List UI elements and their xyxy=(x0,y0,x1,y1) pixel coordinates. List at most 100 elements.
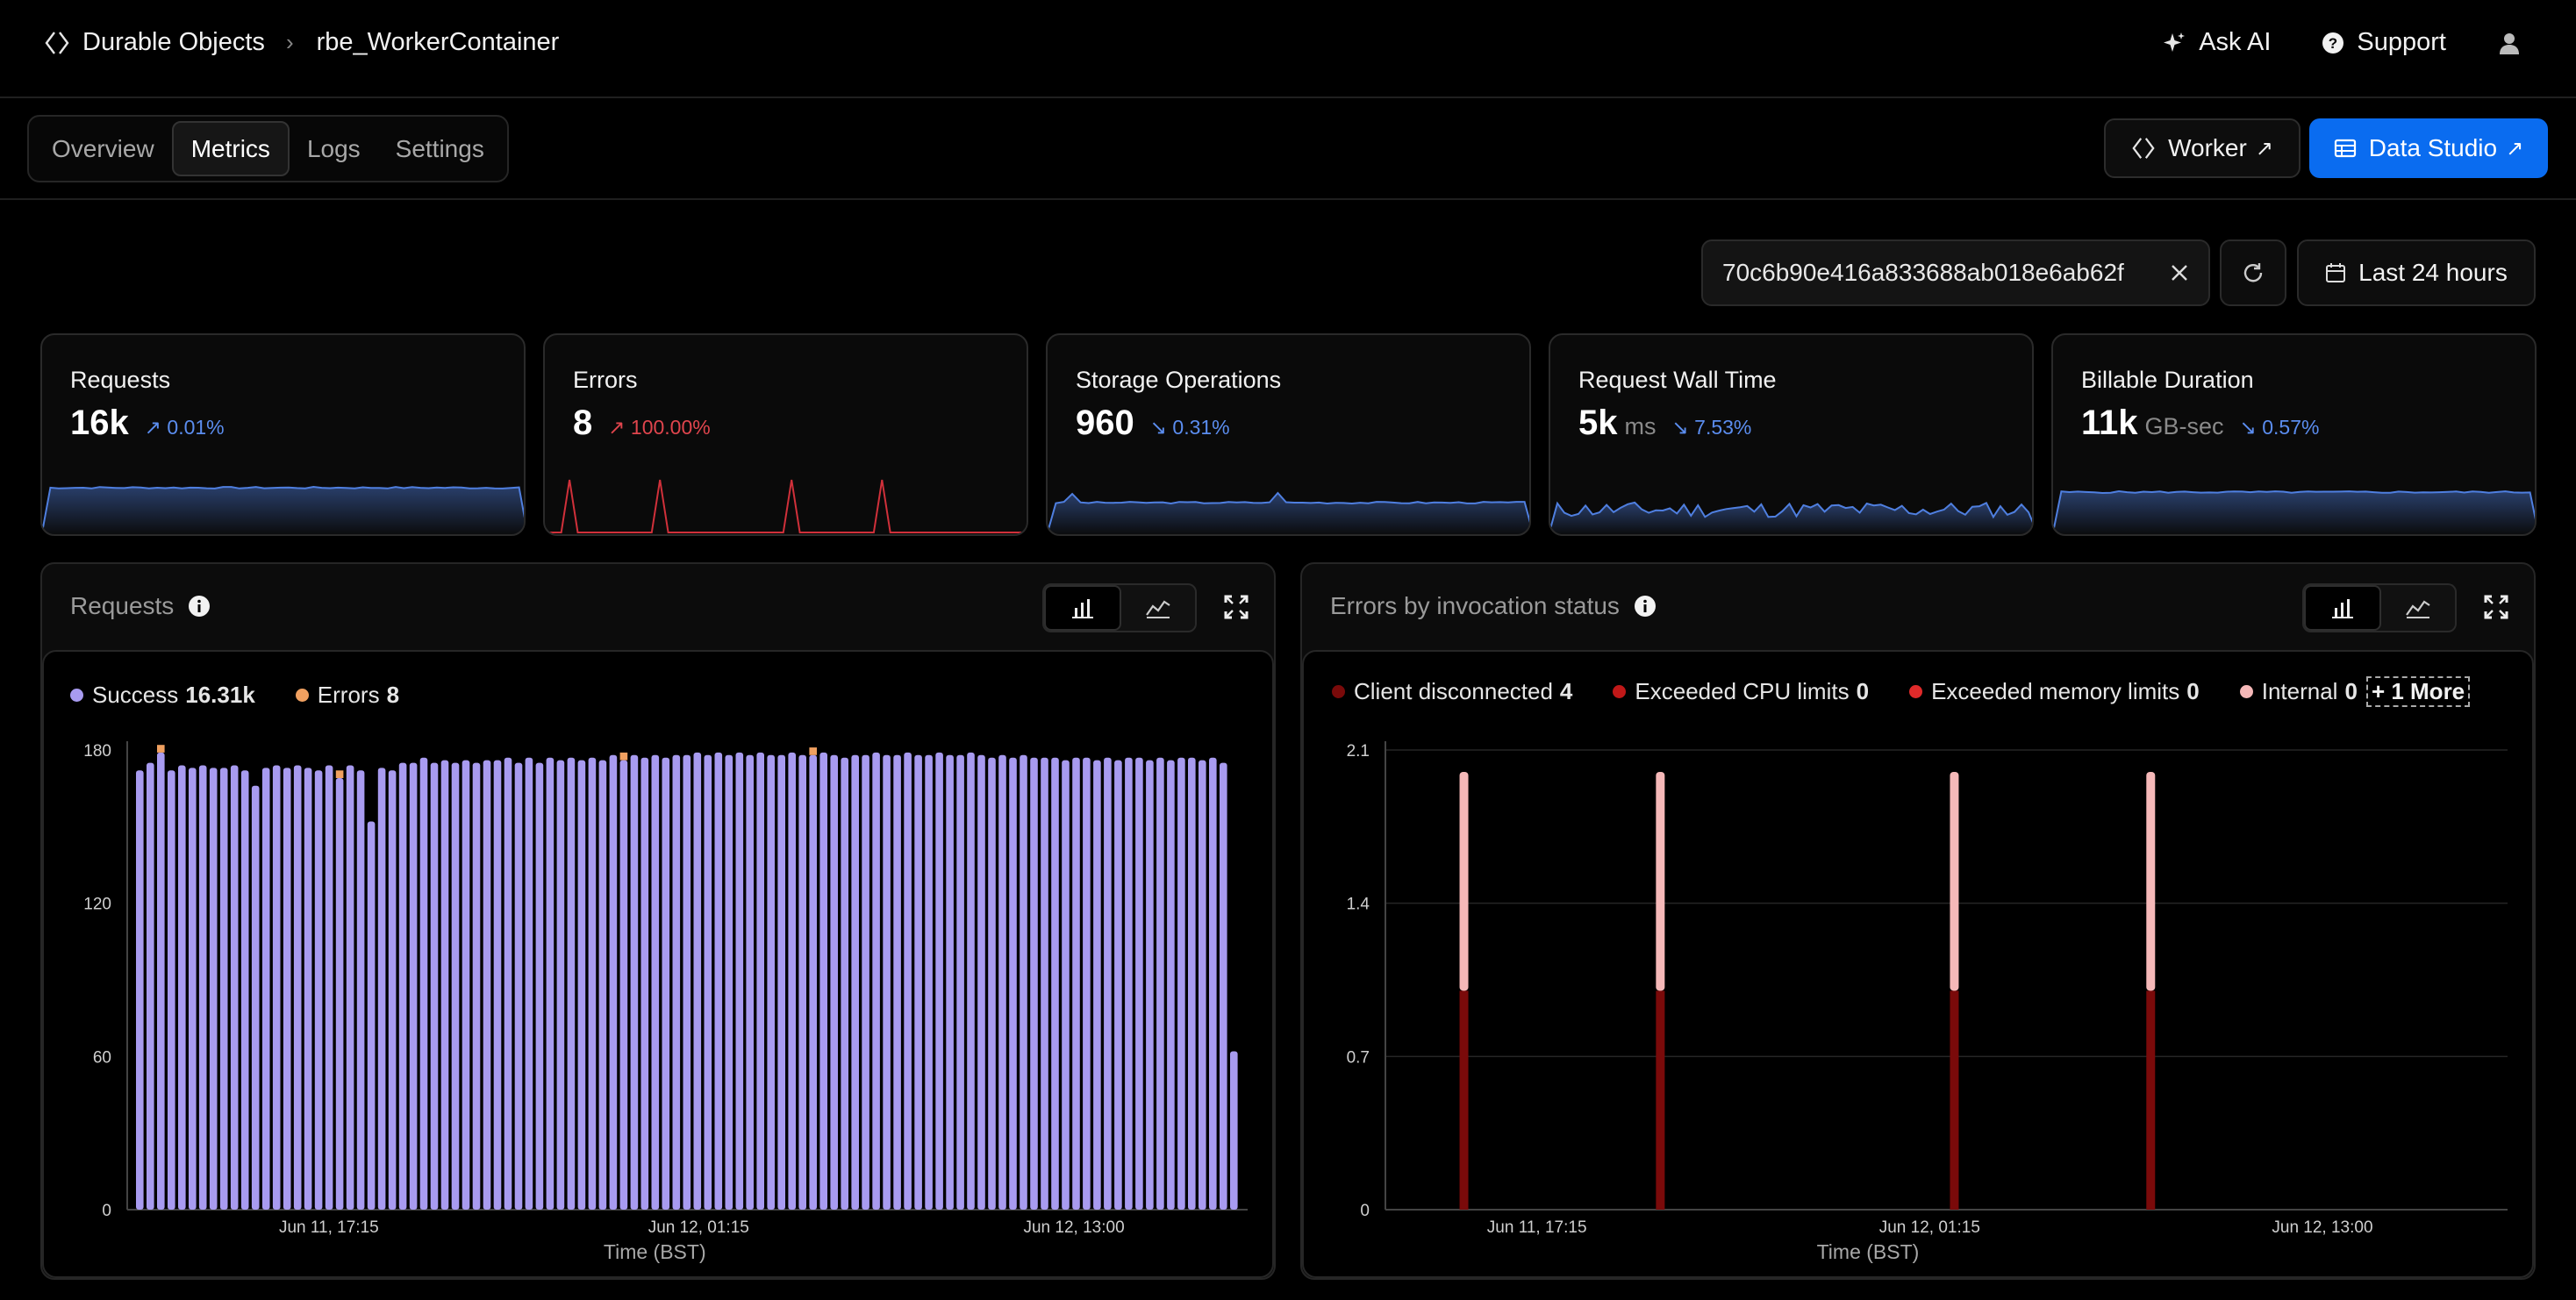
bar-success xyxy=(914,754,922,1210)
worker-label: Worker xyxy=(2168,134,2247,161)
tab-logs[interactable]: Logs xyxy=(290,121,378,176)
bar-success xyxy=(925,754,933,1210)
requests-chart-area: Success 16.31k Errors 8 0 60 120 180 Jun 11,… xyxy=(42,650,1274,1278)
bar-success xyxy=(178,765,186,1210)
bar-success xyxy=(704,754,712,1210)
bar-success xyxy=(830,754,838,1210)
tab-overview[interactable]: Overview xyxy=(34,121,172,176)
bar-success xyxy=(219,768,228,1210)
durable-objects-icon xyxy=(45,31,69,54)
bar-success xyxy=(440,760,449,1210)
stat-value: 8 xyxy=(573,404,593,442)
bar-success xyxy=(651,754,660,1210)
x-tick-label: Jun 11, 17:15 xyxy=(279,1218,379,1237)
stat-card-storage-operations[interactable]: Storage Operations 960 ↘ 0.31% xyxy=(1046,333,1531,536)
bar-success xyxy=(335,778,344,1210)
tab-bar: Overview Metrics Logs Settings xyxy=(27,115,509,182)
bar-chart-icon xyxy=(1072,599,1093,618)
bar-errors xyxy=(809,747,817,755)
bar-success xyxy=(609,754,618,1210)
stat-card-requests[interactable]: Requests 16k ↗ 0.01% xyxy=(40,333,526,536)
line-chart-icon xyxy=(2406,600,2430,618)
stat-delta: 0.57% xyxy=(2262,416,2320,439)
tab-metrics[interactable]: Metrics xyxy=(171,121,290,176)
bar-chart-icon xyxy=(2332,599,2353,618)
bar-success xyxy=(1083,757,1091,1210)
bar-success xyxy=(430,762,439,1210)
bar-success xyxy=(662,757,670,1210)
y-tick-label: 0 xyxy=(1360,1202,1370,1220)
bar-success xyxy=(1009,757,1017,1210)
bar-success xyxy=(230,765,239,1210)
expand-icon[interactable] xyxy=(1223,594,1249,620)
stat-title: Requests xyxy=(70,367,171,393)
chart-type-toggle xyxy=(1042,583,1197,632)
bar-success xyxy=(388,770,397,1210)
stat-value: 960 xyxy=(1076,404,1134,442)
line-chart-toggle[interactable] xyxy=(1121,585,1195,631)
info-icon[interactable] xyxy=(188,595,211,618)
breadcrumb-current[interactable]: rbe_WorkerContainer xyxy=(317,28,560,57)
bar-success xyxy=(1230,1051,1238,1210)
stat-card-errors[interactable]: Errors 8 ↗ 100.00% xyxy=(543,333,1028,536)
bar-success xyxy=(1030,757,1038,1210)
errors-chart-area: Client disconnected 4 Exceeded CPU limit… xyxy=(1302,650,2534,1278)
bar-chart-toggle[interactable] xyxy=(2304,585,2381,631)
bar-success xyxy=(946,754,954,1210)
stat-card-billable-duration[interactable]: Billable Duration 11k GB-sec ↘ 0.57% xyxy=(2051,333,2537,536)
calendar-icon xyxy=(2326,263,2346,282)
stat-title: Billable Duration xyxy=(2081,367,2254,393)
bar-client-disconnected xyxy=(2146,990,2156,1210)
bar-success xyxy=(419,757,428,1210)
y-tick-label: 180 xyxy=(83,742,111,761)
user-menu-button[interactable] xyxy=(2497,31,2534,55)
bar-success xyxy=(967,752,975,1210)
bar-success xyxy=(1051,757,1059,1210)
bar-success xyxy=(1135,757,1143,1210)
bar-success xyxy=(1156,757,1164,1210)
object-id-filter[interactable]: 70c6b90e416a833688ab018e6ab62f xyxy=(1701,239,2210,306)
x-axis-title: Time (BST) xyxy=(1817,1240,1920,1263)
x-axis-title: Time (BST) xyxy=(604,1240,706,1263)
trend-down-icon: ↘ xyxy=(1671,416,1689,439)
data-studio-label: Data Studio xyxy=(2368,134,2498,161)
sparkline-errors xyxy=(545,479,1027,533)
worker-button[interactable]: Worker ↗ xyxy=(2104,118,2301,178)
breadcrumb-root[interactable]: Durable Objects xyxy=(82,28,265,57)
bar-success xyxy=(756,752,764,1210)
bar-chart-toggle[interactable] xyxy=(1044,585,1121,631)
stat-card-wall-time[interactable]: Request Wall Time 5k ms ↘ 7.53% xyxy=(1549,333,2034,536)
bar-success xyxy=(1020,754,1027,1210)
support-button[interactable]: ? Support xyxy=(2322,28,2446,57)
x-tick-label: Jun 11, 17:15 xyxy=(1487,1218,1587,1237)
refresh-button[interactable] xyxy=(2220,239,2286,306)
info-icon[interactable] xyxy=(1634,595,1657,618)
bar-errors xyxy=(335,770,344,778)
chart-type-toggle xyxy=(2302,583,2457,632)
ask-ai-button[interactable]: Ask AI xyxy=(2162,28,2271,57)
sparkline-area xyxy=(2053,491,2535,534)
stat-value: 5k xyxy=(1578,404,1618,442)
time-range-picker[interactable]: Last 24 hours xyxy=(2297,239,2536,306)
sparkline-area xyxy=(1048,493,1529,534)
bar-success xyxy=(588,757,597,1210)
stat-value: 16k xyxy=(70,404,129,442)
data-studio-button[interactable]: Data Studio ↗ xyxy=(2309,118,2548,178)
bar-success xyxy=(872,752,880,1210)
bar-internal xyxy=(2146,771,2156,991)
help-icon: ? xyxy=(2322,32,2344,54)
stat-delta: 0.01% xyxy=(167,416,225,439)
bar-success xyxy=(293,765,302,1210)
bar-success xyxy=(314,770,323,1210)
bar-client-disconnected xyxy=(1459,990,1469,1210)
tab-settings[interactable]: Settings xyxy=(378,121,502,176)
close-icon[interactable] xyxy=(2170,263,2189,282)
bar-success xyxy=(767,754,775,1210)
bar-success xyxy=(483,760,491,1210)
expand-icon[interactable] xyxy=(2483,594,2509,620)
bar-success xyxy=(1209,757,1217,1210)
x-tick-label: Jun 12, 01:15 xyxy=(648,1218,749,1237)
line-chart-toggle[interactable] xyxy=(2381,585,2455,631)
y-tick-label: 0 xyxy=(102,1202,111,1220)
bar-success xyxy=(209,768,218,1210)
